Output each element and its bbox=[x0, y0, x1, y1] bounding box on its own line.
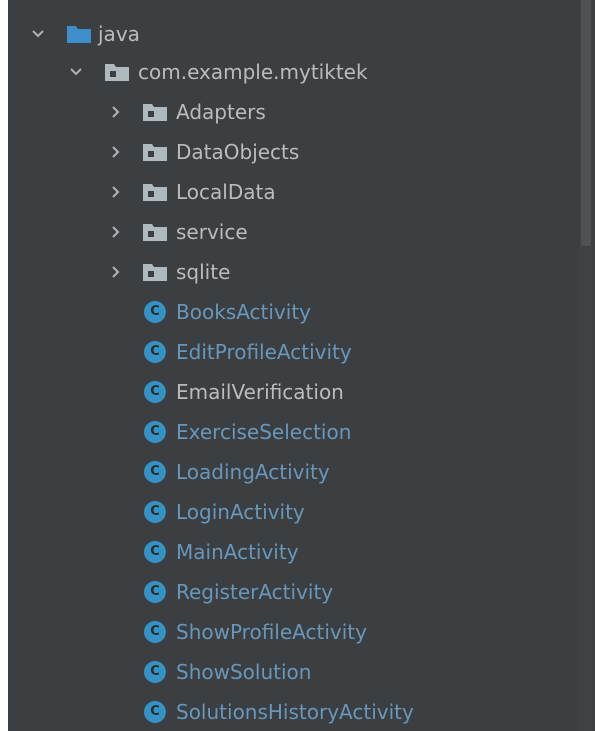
class-icon: C bbox=[144, 460, 166, 483]
tree-label-class: EditProfileActivity bbox=[176, 339, 352, 364]
chevron-right-icon[interactable] bbox=[106, 262, 126, 282]
chevron-down-icon[interactable] bbox=[28, 24, 48, 44]
class-icon: C bbox=[144, 380, 166, 403]
package-folder-icon bbox=[142, 222, 168, 242]
tree-row-class[interactable]: C ExerciseSelection bbox=[8, 412, 578, 451]
tree-row-class[interactable]: C ShowSolution bbox=[8, 652, 578, 691]
chevron-right-icon[interactable] bbox=[106, 222, 126, 242]
tree-label-class: LoginActivity bbox=[176, 499, 305, 524]
tree-row-class[interactable]: C LoadingActivity bbox=[8, 452, 578, 491]
tree-row-java[interactable]: java bbox=[8, 14, 578, 53]
tree-row-class[interactable]: C LoginActivity bbox=[8, 492, 578, 531]
tree-label-class: RegisterActivity bbox=[176, 579, 334, 604]
tree-label-class: MainActivity bbox=[176, 539, 299, 564]
package-folder-icon bbox=[142, 262, 168, 282]
tree-row-subpackage[interactable]: sqlite bbox=[8, 252, 578, 291]
class-icon: C bbox=[144, 620, 166, 643]
tree-row-class[interactable]: C EmailVerification bbox=[8, 372, 578, 411]
tree-row-package[interactable]: com.example.mytiktek bbox=[8, 52, 578, 91]
tree-label-subpackage: service bbox=[176, 219, 248, 244]
chevron-right-icon[interactable] bbox=[106, 182, 126, 202]
class-icon: C bbox=[144, 300, 166, 323]
tree-label-class: ExerciseSelection bbox=[176, 419, 352, 444]
tree-label-class: EmailVerification bbox=[176, 379, 344, 404]
package-folder-icon bbox=[142, 142, 168, 162]
chevron-down-icon[interactable] bbox=[66, 62, 86, 82]
tree-label-class: BooksActivity bbox=[176, 299, 311, 324]
tree-label-java: java bbox=[98, 21, 140, 46]
scrollbar-thumb[interactable] bbox=[581, 0, 591, 246]
class-icon: C bbox=[144, 660, 166, 683]
class-icon: C bbox=[144, 340, 166, 363]
folder-icon bbox=[66, 24, 92, 44]
tree-row-class[interactable]: C EditProfileActivity bbox=[8, 332, 578, 371]
tree-row-subpackage[interactable]: LocalData bbox=[8, 172, 578, 211]
package-folder-icon bbox=[142, 182, 168, 202]
tree-label-subpackage: LocalData bbox=[176, 179, 276, 204]
tree-row-class[interactable]: C RegisterActivity bbox=[8, 572, 578, 611]
tree-label-class: ShowProfileActivity bbox=[176, 619, 367, 644]
tree-row-subpackage[interactable]: Adapters bbox=[8, 92, 578, 131]
tree-label-subpackage: sqlite bbox=[176, 259, 231, 284]
package-folder-icon bbox=[104, 62, 130, 82]
class-icon: C bbox=[144, 500, 166, 523]
class-icon: C bbox=[144, 420, 166, 443]
tree-label-class: SolutionsHistoryActivity bbox=[176, 699, 414, 724]
tree-label-subpackage: DataObjects bbox=[176, 139, 300, 164]
class-icon: C bbox=[144, 700, 166, 723]
class-icon: C bbox=[144, 580, 166, 603]
class-icon: C bbox=[144, 540, 166, 563]
tree-label-package: com.example.mytiktek bbox=[138, 59, 368, 84]
tree-row-subpackage[interactable]: service bbox=[8, 212, 578, 251]
tree-label-class: LoadingActivity bbox=[176, 459, 330, 484]
chevron-right-icon[interactable] bbox=[106, 102, 126, 122]
tree-row-subpackage[interactable]: DataObjects bbox=[8, 132, 578, 171]
tree-label-subpackage: Adapters bbox=[176, 99, 266, 124]
tree-row-class[interactable]: C BooksActivity bbox=[8, 292, 578, 331]
package-folder-icon bbox=[142, 102, 168, 122]
tree-row-class[interactable]: C SolutionsHistoryActivity bbox=[8, 692, 578, 731]
chevron-right-icon[interactable] bbox=[106, 142, 126, 162]
tree-row-class[interactable]: C ShowProfileActivity bbox=[8, 612, 578, 651]
tree-label-class: ShowSolution bbox=[176, 659, 312, 684]
project-tree-panel: java com.example.mytiktek Adapters DataO… bbox=[8, 0, 595, 731]
vertical-scrollbar[interactable] bbox=[579, 0, 593, 731]
tree-row-class[interactable]: C MainActivity bbox=[8, 532, 578, 571]
